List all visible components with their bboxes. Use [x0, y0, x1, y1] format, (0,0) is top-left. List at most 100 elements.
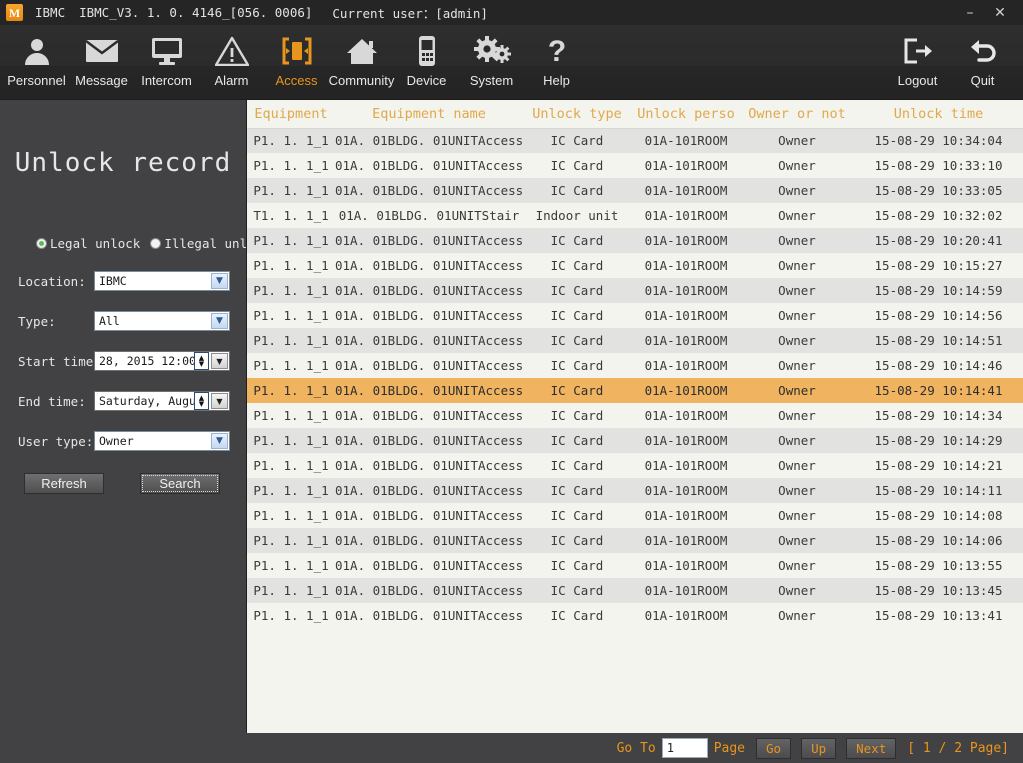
table-row[interactable]: P1. 1. 1_1 01A. 01BLDG. 01UNITAccess IC Ca… — [247, 528, 1023, 553]
go-button[interactable]: Go — [756, 737, 792, 759]
end-time-picker[interactable]: Saturday, August ▲ ▼ ▼ — [94, 391, 230, 411]
table-cell: 01A. 01BLDG. 01UNITAccess — [335, 153, 523, 178]
radio-illegal-unlock[interactable] — [150, 238, 162, 249]
type-label: Type: — [18, 313, 56, 329]
table-cell: P1. 1. 1_1 — [247, 353, 335, 378]
table-row[interactable]: P1. 1. 1_1 01A. 01BLDG. 01UNITAccess IC Ca… — [247, 278, 1023, 303]
table-cell: 01A. 01BLDG. 01UNITAccess — [335, 353, 523, 378]
table-row[interactable]: P1. 1. 1_1 01A. 01BLDG. 01UNITAccess IC Ca… — [247, 553, 1023, 578]
table-row[interactable]: P1. 1. 1_1 01A. 01BLDG. 01UNITAccess IC Ca… — [247, 178, 1023, 203]
table-cell: IC Card — [523, 253, 631, 278]
column-header-unlock-time[interactable]: Unlock time — [853, 100, 1023, 129]
current-user-label: Current user：[admin] — [332, 6, 488, 21]
table-cell: Owner — [741, 203, 853, 228]
table-row[interactable]: P1. 1. 1_1 01A. 01BLDG. 01UNITAccess IC Ca… — [247, 503, 1023, 528]
table-row[interactable]: P1. 1. 1_1 01A. 01BLDG. 01UNITAccess IC Ca… — [247, 128, 1023, 153]
table-cell: IC Card — [523, 178, 631, 203]
table-row[interactable]: P1. 1. 1_1 01A. 01BLDG. 01UNITAccess IC Ca… — [247, 353, 1023, 378]
toolbar-item-quit[interactable]: Quit — [950, 25, 1015, 100]
table-cell: 01A-101ROOM — [631, 453, 741, 478]
table-cell: 01A. 01BLDG. 01UNITAccess — [335, 178, 523, 203]
chevron-down-icon[interactable]: ▼ — [211, 433, 228, 449]
table-cell: 01A. 01BLDG. 01UNITAccess — [335, 228, 523, 253]
minimize-icon[interactable]: – — [955, 0, 985, 25]
next-button[interactable]: Next — [846, 737, 897, 759]
start-time-spinner[interactable]: ▲ ▼ — [194, 352, 209, 370]
end-time-value: Saturday, August — [99, 394, 210, 408]
column-header-unlock-person[interactable]: Unlock perso — [631, 100, 741, 129]
column-header-equipment[interactable]: Equipment — [247, 100, 335, 129]
table-row[interactable]: P1. 1. 1_1 01A. 01BLDG. 01UNITAccess IC Ca… — [247, 478, 1023, 503]
table-cell: IC Card — [523, 403, 631, 428]
radio-legal-unlock[interactable] — [36, 238, 47, 249]
toolbar-item-personnel[interactable]: Personnel — [4, 25, 69, 100]
table-row[interactable]: P1. 1. 1_1 01A. 01BLDG. 01UNITAccess IC Ca… — [247, 328, 1023, 353]
location-select[interactable]: IBMC ▼ — [94, 271, 230, 291]
unlock-record-table: Equipment Equipment name Unlock type Unl… — [247, 100, 1023, 628]
table-cell: 01A-101ROOM — [631, 603, 741, 628]
column-header-owner-or-not[interactable]: Owner or not — [741, 100, 853, 129]
table-row[interactable]: P1. 1. 1_1 01A. 01BLDG. 01UNITAccess IC Ca… — [247, 378, 1023, 403]
table-cell: P1. 1. 1_1 — [247, 403, 335, 428]
table-cell: 01A-101ROOM — [631, 178, 741, 203]
table-row[interactable]: P1. 1. 1_1 01A. 01BLDG. 01UNITAccess IC Ca… — [247, 303, 1023, 328]
table-row[interactable]: P1. 1. 1_1 01A. 01BLDG. 01UNITAccess IC Ca… — [247, 578, 1023, 603]
toolbar-item-message[interactable]: Message — [69, 25, 134, 100]
table-cell: P1. 1. 1_1 — [247, 478, 335, 503]
access-door-icon — [277, 31, 317, 71]
page-number-input[interactable] — [661, 738, 708, 758]
table-cell: P1. 1. 1_1 — [247, 503, 335, 528]
chevron-down-icon[interactable]: ▼ — [211, 313, 228, 329]
column-header-unlock-type[interactable]: Unlock type — [523, 100, 631, 129]
table-cell: 01A-101ROOM — [631, 378, 741, 403]
table-cell: IC Card — [523, 128, 631, 153]
table-cell: P1. 1. 1_1 — [247, 528, 335, 553]
table-cell: Owner — [741, 278, 853, 303]
type-select[interactable]: All ▼ — [94, 311, 230, 331]
table-header-row: Equipment Equipment name Unlock type Unl… — [247, 100, 1023, 129]
table-cell: 01A. 01BLDG. 01UNITAccess — [335, 253, 523, 278]
user-type-select[interactable]: Owner ▼ — [94, 431, 230, 451]
table-cell: 01A. 01BLDG. 01UNITAccess — [335, 578, 523, 603]
gears-icon — [472, 31, 512, 71]
close-icon[interactable]: ✕ — [985, 0, 1015, 25]
table-cell: 01A. 01BLDG. 01UNITAccess — [335, 328, 523, 353]
unlock-legality-radio-group: Legal unlock Illegal unlock — [0, 236, 270, 251]
end-time-spinner[interactable]: ▲ ▼ — [194, 392, 209, 410]
toolbar-item-access[interactable]: Access — [264, 25, 329, 100]
column-header-equipment-name[interactable]: Equipment name — [335, 100, 523, 129]
calendar-dropdown-icon[interactable]: ▼ — [211, 393, 228, 409]
table-row[interactable]: P1. 1. 1_1 01A. 01BLDG. 01UNITAccess IC Ca… — [247, 153, 1023, 178]
toolbar-item-intercom[interactable]: Intercom — [134, 25, 199, 100]
table-cell: Owner — [741, 403, 853, 428]
toolbar-item-logout[interactable]: Logout — [885, 25, 950, 100]
table-cell: Owner — [741, 228, 853, 253]
table-cell: Owner — [741, 353, 853, 378]
table-row[interactable]: P1. 1. 1_1 01A. 01BLDG. 01UNITAccess IC Ca… — [247, 403, 1023, 428]
table-cell: 01A-101ROOM — [631, 228, 741, 253]
start-time-picker[interactable]: 28, 2015 12:00:0 ▲ ▼ ▼ — [94, 351, 230, 371]
start-time-field-row: Start time: 28, 2015 12:00:0 ▲ ▼ ▼ — [0, 351, 246, 371]
toolbar-item-community[interactable]: Community — [329, 25, 394, 100]
table-row[interactable]: P1. 1. 1_1 01A. 01BLDG. 01UNITAccess IC Ca… — [247, 453, 1023, 478]
toolbar-item-alarm[interactable]: Alarm — [199, 25, 264, 100]
table-row[interactable]: P1. 1. 1_1 01A. 01BLDG. 01UNITAccess IC Ca… — [247, 428, 1023, 453]
toolbar-item-device[interactable]: Device — [394, 25, 459, 100]
table-cell: 01A. 01BLDG. 01UNITAccess — [335, 403, 523, 428]
calendar-dropdown-icon[interactable]: ▼ — [211, 353, 228, 369]
toolbar-label: Device — [406, 73, 447, 88]
refresh-button[interactable]: Refresh — [24, 473, 104, 494]
toolbar-item-system[interactable]: System — [459, 25, 524, 100]
table-row[interactable]: T1. 1. 1_1 01A. 01BLDG. 01UNITStair Indoor… — [247, 203, 1023, 228]
table-row[interactable]: P1. 1. 1_1 01A. 01BLDG. 01UNITAccess IC Ca… — [247, 603, 1023, 628]
table-row[interactable]: P1. 1. 1_1 01A. 01BLDG. 01UNITAccess IC Ca… — [247, 228, 1023, 253]
up-button[interactable]: Up — [801, 737, 837, 759]
toolbar-label: Message — [75, 73, 128, 88]
location-label: Location: — [18, 273, 86, 289]
chevron-down-icon[interactable]: ▼ — [211, 273, 228, 289]
toolbar-item-help[interactable]: ? Help — [524, 25, 589, 100]
toolbar-label: System — [469, 73, 514, 88]
table-cell: 01A. 01BLDG. 01UNITAccess — [335, 528, 523, 553]
search-button[interactable]: Search — [140, 473, 220, 494]
table-row[interactable]: P1. 1. 1_1 01A. 01BLDG. 01UNITAccess IC Ca… — [247, 253, 1023, 278]
